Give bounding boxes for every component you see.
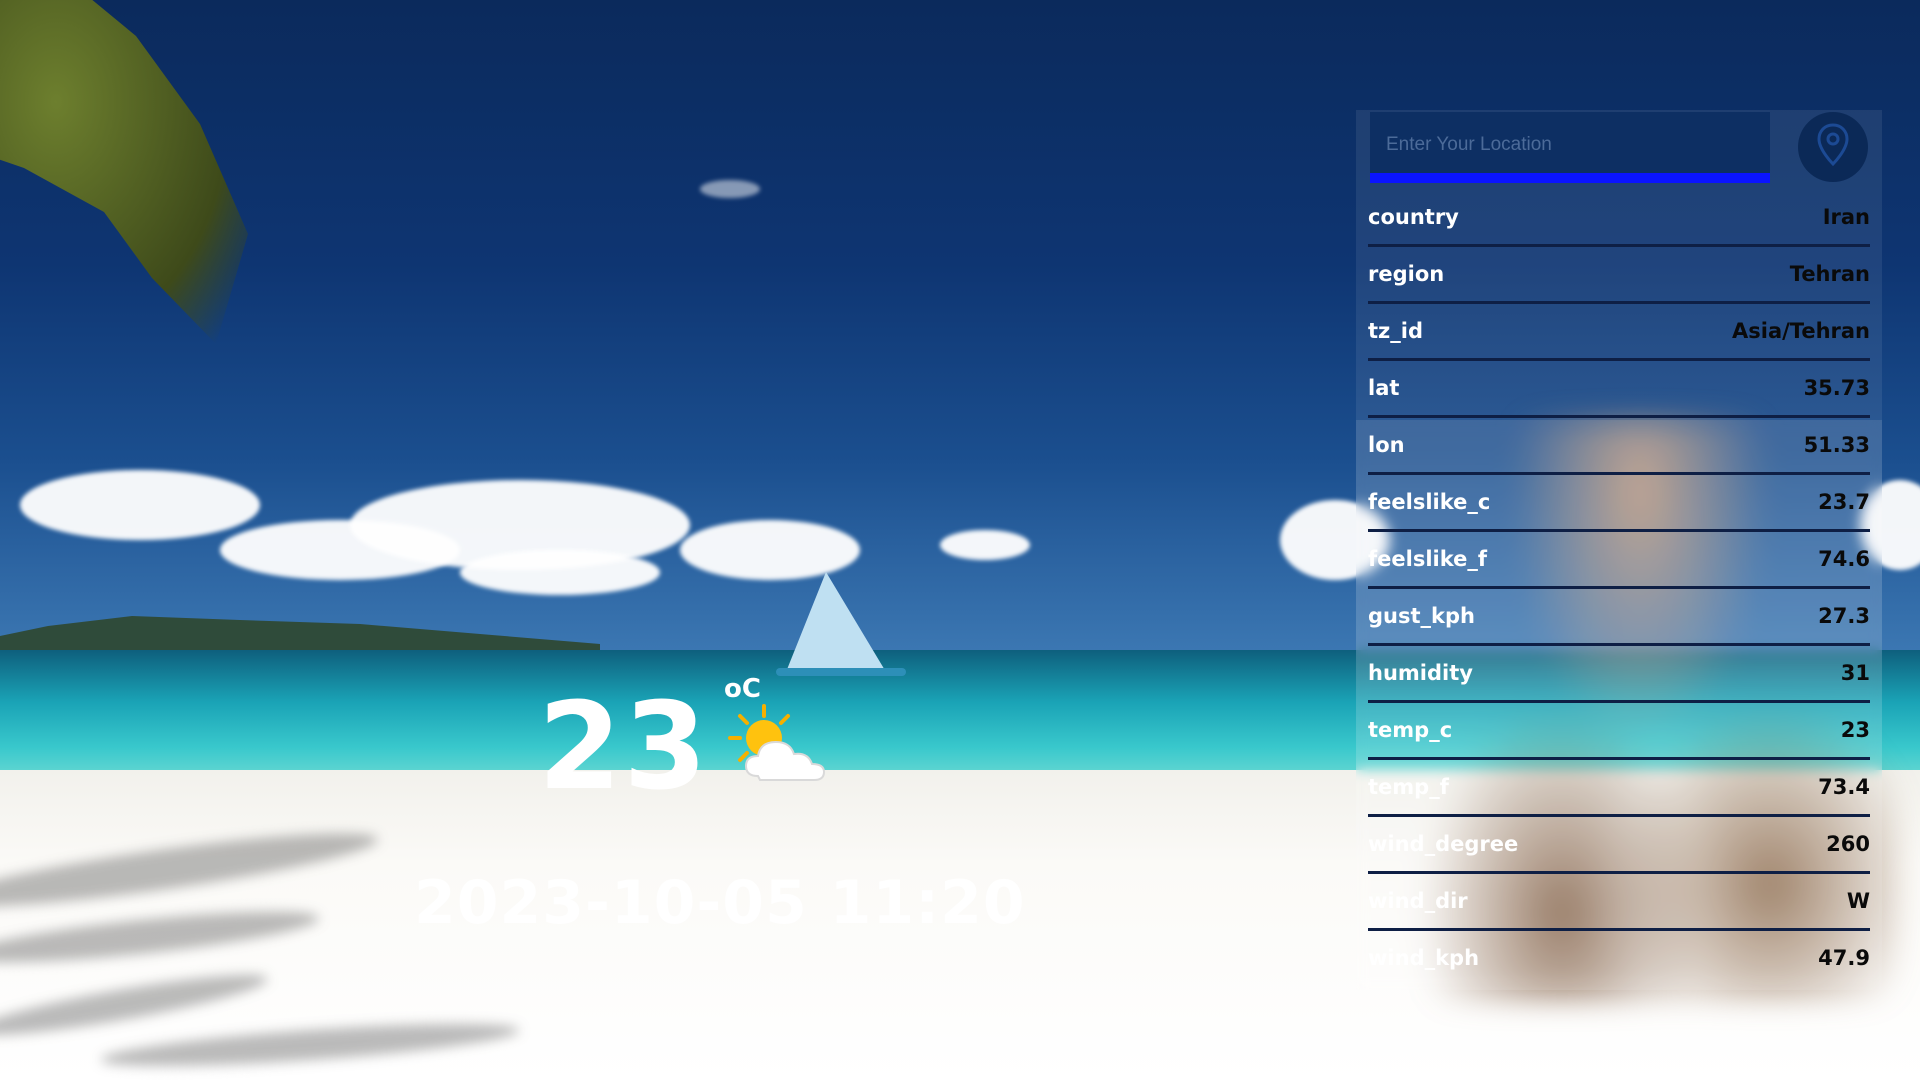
detail-value: 23.7 (1818, 490, 1870, 514)
detail-value: 260 (1826, 832, 1870, 856)
detail-key: lat (1368, 376, 1400, 400)
detail-key: lon (1368, 433, 1405, 457)
detail-row-gust-kph: gust_kph 27.3 (1368, 589, 1870, 646)
detail-key: country (1368, 205, 1459, 229)
detail-row-temp-c: temp_c 23 (1368, 703, 1870, 760)
detail-key: wind_kph (1368, 946, 1480, 970)
cloud (940, 530, 1030, 560)
detail-row-country: country Iran (1368, 190, 1870, 247)
partly-sunny-icon (728, 704, 838, 786)
detail-key: tz_id (1368, 319, 1423, 343)
current-temperature: 23 (538, 678, 709, 817)
detail-value: Asia/Tehran (1732, 319, 1870, 343)
detail-row-temp-f: temp_f 73.4 (1368, 760, 1870, 817)
current-datetime: 2023-10-05 11:20 (414, 868, 1026, 938)
detail-key: wind_degree (1368, 832, 1519, 856)
detail-row-region: region Tehran (1368, 247, 1870, 304)
weather-app: 23 oC 2023-10-05 11:20 Enter Your Locati… (0, 0, 1920, 1080)
detail-key: humidity (1368, 661, 1473, 685)
detail-value: 23 (1840, 718, 1870, 742)
detail-key: temp_f (1368, 775, 1449, 799)
detail-value: Iran (1822, 205, 1870, 229)
search-underline (1370, 173, 1770, 183)
detail-value: 74.6 (1818, 547, 1870, 571)
detail-row-wind-kph: wind_kph 47.9 (1368, 931, 1870, 985)
sailboat-hull (776, 668, 906, 676)
detail-row-humidity: humidity 31 (1368, 646, 1870, 703)
detail-value: 51.33 (1803, 433, 1870, 457)
detail-row-tz-id: tz_id Asia/Tehran (1368, 304, 1870, 361)
detail-value: 35.73 (1803, 376, 1870, 400)
temperature-unit: oC (724, 674, 761, 704)
detail-value: Tehran (1789, 262, 1870, 286)
detail-row-feelslike-f: feelslike_f 74.6 (1368, 532, 1870, 589)
location-search-input[interactable] (1372, 124, 1774, 166)
location-pin-icon (1816, 123, 1850, 171)
detail-value: 27.3 (1818, 604, 1870, 628)
detail-row-feelslike-c: feelslike_c 23.7 (1368, 475, 1870, 532)
detail-row-wind-degree: wind_degree 260 (1368, 817, 1870, 874)
detail-key: temp_c (1368, 718, 1453, 742)
cloud (680, 520, 860, 580)
detail-value: 47.9 (1818, 946, 1870, 970)
cloud (700, 180, 760, 198)
detail-key: wind_dir (1368, 889, 1468, 913)
detail-value: 31 (1840, 661, 1870, 685)
cloud (460, 550, 660, 595)
detail-key: feelslike_f (1368, 547, 1487, 571)
sailboat-sail (786, 572, 886, 672)
detail-value: 73.4 (1818, 775, 1870, 799)
detail-row-wind-dir: wind_dir W (1368, 874, 1870, 931)
detail-row-lat: lat 35.73 (1368, 361, 1870, 418)
detail-row-lon: lon 51.33 (1368, 418, 1870, 475)
detail-key: feelslike_c (1368, 490, 1491, 514)
locate-button[interactable] (1798, 112, 1868, 182)
detail-value: W (1846, 889, 1870, 913)
detail-key: region (1368, 262, 1445, 286)
detail-key: gust_kph (1368, 604, 1475, 628)
cloud (20, 470, 260, 540)
details-list: country Iran region Tehran tz_id Asia/Te… (1368, 190, 1870, 985)
